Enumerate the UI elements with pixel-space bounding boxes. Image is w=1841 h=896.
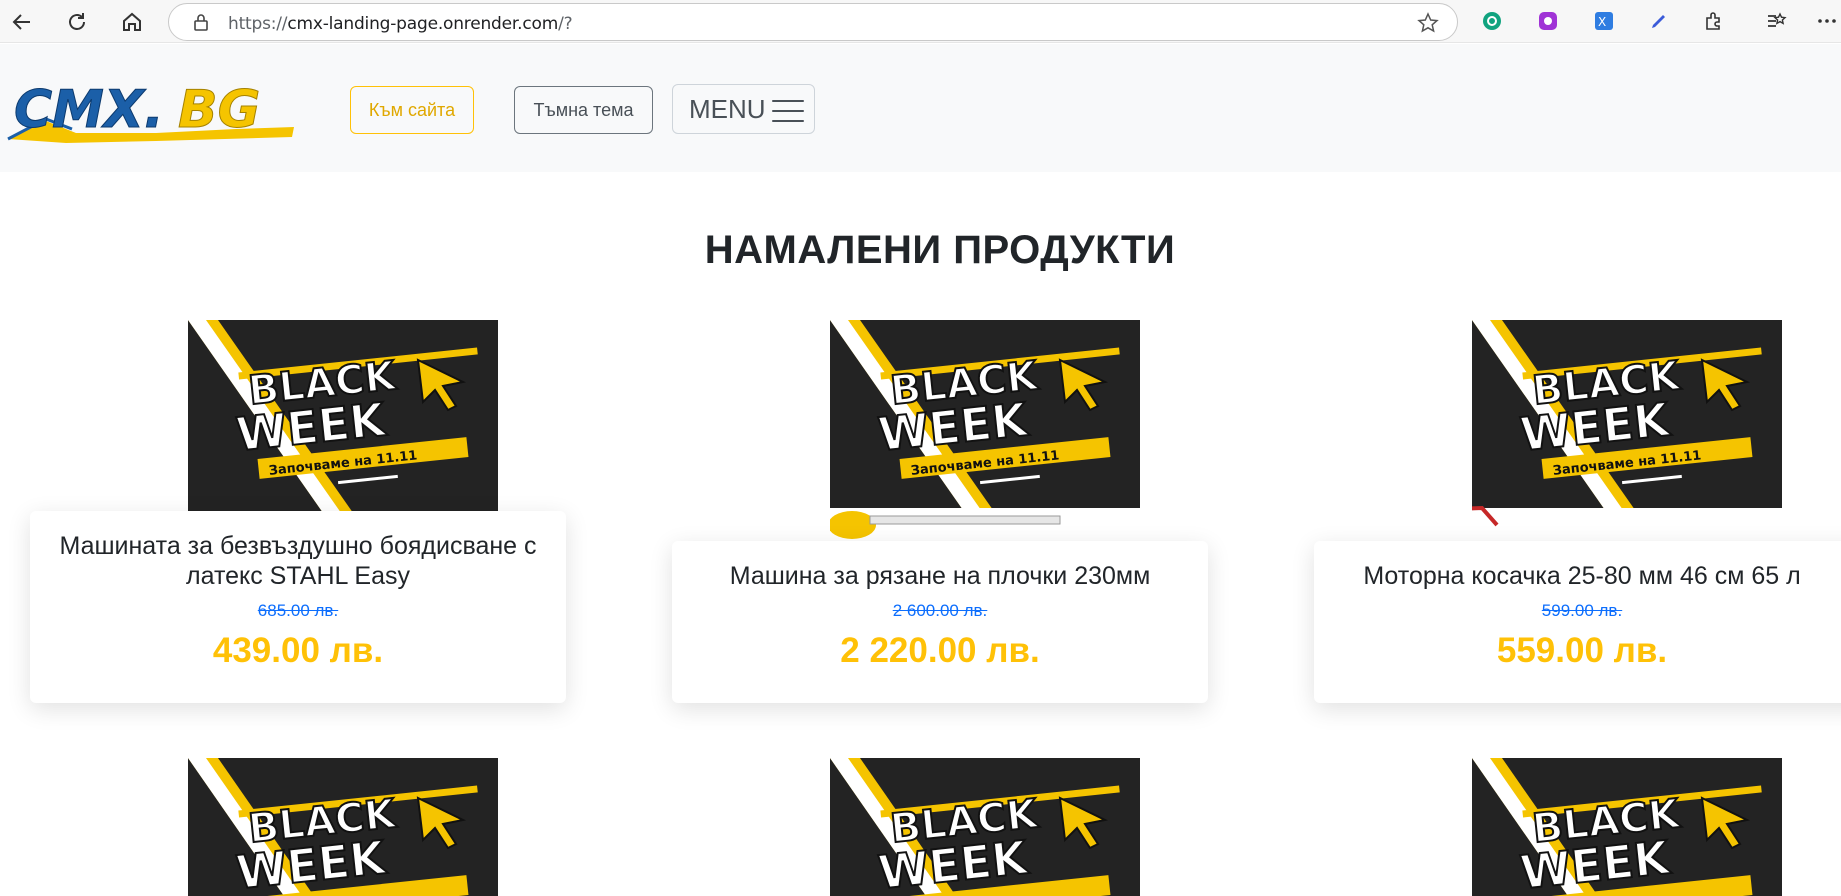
url-path: /? <box>558 14 573 34</box>
url-text: https://cmx-landing-page.onrender.com/? <box>228 14 573 34</box>
home-icon[interactable] <box>116 6 148 38</box>
address-bar[interactable]: https://cmx-landing-page.onrender.com/? <box>168 3 1458 41</box>
url-host: cmx-landing-page.onrender.com <box>287 14 559 34</box>
product-info: Машина за рязане на плочки 230мм 2 600.0… <box>672 541 1208 703</box>
dark-theme-button[interactable]: Тъмна тема <box>514 86 653 134</box>
black-week-banner: BLACK WEEK Започваме на 11.11 <box>1472 320 1782 540</box>
black-week-banner: BLACK WEEK Започваме на 11.11 <box>188 320 498 520</box>
product-price: 439.00 лв. <box>212 631 384 670</box>
product-info: Моторна косачка 25-80 мм 46 см 65 л 599.… <box>1314 541 1841 703</box>
to-site-button[interactable]: Към сайта <box>350 86 474 134</box>
black-week-banner: BLACK WEEK Започваме на 11.11 <box>830 320 1140 540</box>
product-name[interactable]: Моторна косачка 25-80 мм 46 см 65 л <box>1314 561 1841 591</box>
logo-text: CMX. <box>14 80 164 140</box>
refresh-icon[interactable] <box>61 6 93 38</box>
black-week-banner: BLACK WEEK <box>188 758 498 896</box>
product-old-price: 2 600.00 лв. <box>892 601 988 620</box>
favorite-star-icon[interactable] <box>1417 12 1439 39</box>
more-options-icon[interactable] <box>1815 9 1839 33</box>
url-scheme: https:// <box>228 14 288 34</box>
chatgpt-extension-icon[interactable] <box>1480 9 1504 33</box>
browser-toolbar: https://cmx-landing-page.onrender.com/? … <box>0 0 1841 43</box>
section-title: НАМАЛЕНИ ПРОДУКТИ <box>704 228 1176 272</box>
product-price: 2 220.00 лв. <box>840 631 1040 670</box>
extension-purple-icon[interactable] <box>1536 9 1560 33</box>
menu-button[interactable]: MENU <box>672 84 815 134</box>
product-info: Машината за безвъздушно боядисване с лат… <box>30 511 566 703</box>
black-week-banner: BLACK WEEK <box>830 758 1140 896</box>
back-icon[interactable] <box>6 6 38 38</box>
product-price: 559.00 лв. <box>1496 631 1668 670</box>
black-week-banner: BLACK WEEK <box>1472 758 1782 896</box>
product-old-price: 599.00 лв. <box>1541 601 1623 620</box>
lock-icon[interactable] <box>193 13 209 36</box>
pen-extension-icon[interactable] <box>1647 9 1671 33</box>
svg-text:X: X <box>1598 15 1606 29</box>
product-name[interactable]: Машината за безвъздушно боядисване с лат… <box>30 531 566 591</box>
hamburger-icon <box>771 100 804 122</box>
menu-label: MENU <box>689 93 766 124</box>
extensions-puzzle-icon[interactable] <box>1702 9 1726 33</box>
translate-extension-icon[interactable]: X <box>1592 9 1616 33</box>
favorites-list-icon[interactable] <box>1764 9 1788 33</box>
site-header: CMX. BG Към сайта Тъмна тема MENU <box>0 44 1841 172</box>
product-old-price: 685.00 лв. <box>257 601 339 620</box>
logo-text-bg: BG <box>178 80 260 140</box>
site-logo[interactable]: CMX. BG <box>6 77 296 187</box>
product-name[interactable]: Машина за рязане на плочки 230мм <box>672 561 1208 591</box>
